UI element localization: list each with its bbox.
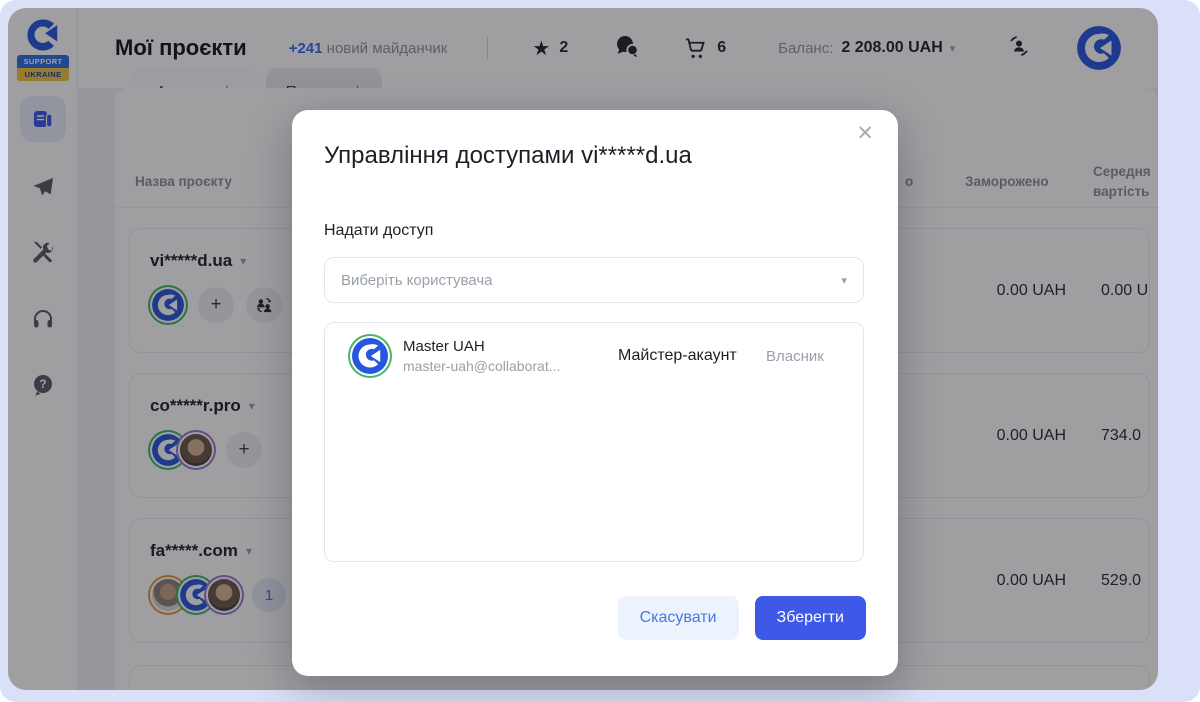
- close-icon[interactable]: ✕: [850, 122, 880, 145]
- access-list: Master UAH master-uah@collaborat... Майс…: [324, 322, 864, 562]
- access-management-modal: ✕ Управління доступами vi*****d.ua Надат…: [292, 110, 898, 676]
- screenshot-frame: SUPPORT UKRAINE ?: [0, 0, 1200, 702]
- save-button[interactable]: Зберегти: [755, 596, 866, 640]
- user-info: Master UAH master-uah@collaborat...: [403, 338, 593, 374]
- user-role: Майстер-акаунт: [618, 347, 737, 365]
- access-list-item[interactable]: Master UAH master-uah@collaborat... Майс…: [325, 323, 863, 389]
- cancel-button[interactable]: Скасувати: [618, 596, 739, 640]
- collaborator-avatar-icon: [352, 338, 388, 374]
- user-select[interactable]: Виберіть користувача ▾: [324, 257, 864, 303]
- modal-footer: Скасувати Зберегти: [618, 596, 866, 640]
- user-select-placeholder: Виберіть користувача: [341, 272, 834, 289]
- chevron-down-icon: ▾: [841, 274, 847, 287]
- user-permission: Власник: [766, 348, 824, 365]
- grant-access-label: Надати доступ: [324, 222, 433, 240]
- user-name: Master UAH: [403, 338, 593, 355]
- user-email: master-uah@collaborat...: [403, 358, 593, 374]
- modal-title: Управління доступами vi*****d.ua: [324, 142, 692, 170]
- avatar: [350, 336, 390, 376]
